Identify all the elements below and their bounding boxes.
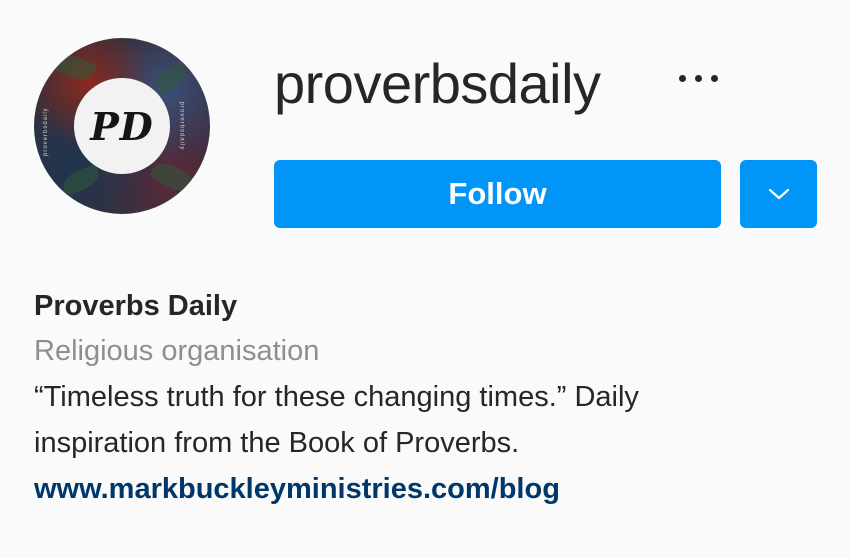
avatar-side-text: proverbsdaily (43, 107, 49, 156)
avatar-monogram: PD (90, 103, 154, 149)
more-options-button[interactable] (668, 56, 728, 100)
profile-header: proverbsdaily proverbsdaily PD proverbsd… (0, 0, 850, 558)
avatar-leaf-decoration (59, 164, 103, 196)
profile-category: Religious organisation (34, 335, 320, 367)
avatar-monogram-circle: PD (74, 78, 170, 174)
profile-avatar[interactable]: proverbsdaily proverbsdaily PD (34, 38, 210, 214)
avatar-leaf-decoration (151, 60, 191, 96)
bio-text-line: inspiration from the Book of Proverbs. (34, 427, 520, 459)
avatar-leaf-decoration (149, 156, 195, 198)
avatar-leaf-decoration (51, 48, 97, 86)
bio-website-link[interactable]: www.markbuckleyministries.com/blog (34, 466, 824, 512)
more-horizontal-icon (678, 74, 718, 82)
suggested-accounts-dropdown-button[interactable] (740, 160, 817, 228)
profile-bio: Proverbs Daily Religious organisation “T… (34, 284, 824, 512)
profile-username: proverbsdaily (274, 52, 601, 115)
bio-text-line: “Timeless truth for these changing times… (34, 381, 639, 413)
profile-full-name: Proverbs Daily (34, 290, 238, 322)
chevron-down-icon (768, 188, 789, 200)
follow-button[interactable]: Follow (274, 160, 721, 228)
avatar-side-text: proverbsdaily (178, 101, 185, 151)
